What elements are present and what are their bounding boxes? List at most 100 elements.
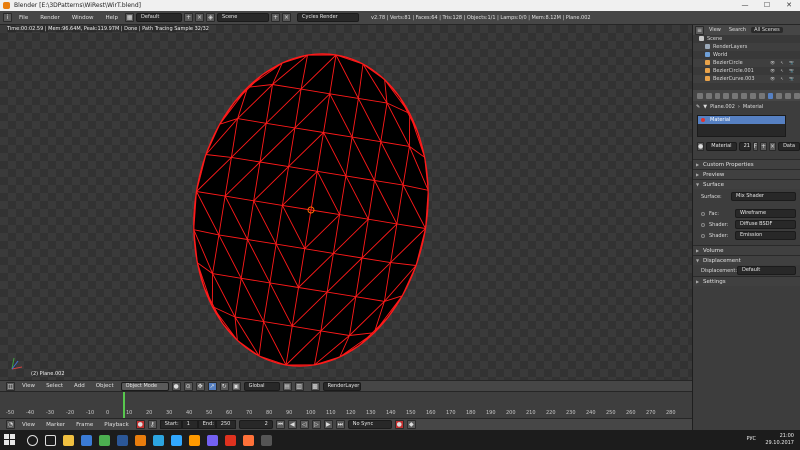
panel-settings[interactable]: Settings (693, 276, 800, 287)
scene-icon[interactable]: ◈ (206, 13, 216, 22)
displacement-input-select[interactable]: Default (737, 266, 796, 275)
texture-tab-icon[interactable] (776, 92, 783, 99)
add-material-button[interactable]: + (760, 141, 768, 151)
layers-icon[interactable]: ▤ (282, 381, 292, 391)
outliner-display-mode[interactable]: All Scenes (751, 27, 783, 33)
material-name-field[interactable]: Material (706, 141, 737, 151)
menu-file[interactable]: File (14, 15, 33, 21)
screen-layout-select[interactable]: Default (136, 13, 183, 22)
particles-tab-icon[interactable] (785, 92, 792, 99)
menu-select[interactable]: Select (42, 383, 67, 389)
fac-input-select[interactable]: Wireframe (735, 209, 796, 218)
telegram-icon[interactable] (153, 434, 164, 446)
menu-view[interactable]: View (18, 383, 39, 389)
store-icon[interactable] (81, 434, 92, 446)
word-icon[interactable] (117, 434, 128, 446)
fake-user-button[interactable]: F (752, 141, 759, 151)
input-language[interactable]: РУС (746, 436, 756, 442)
keyframe-type-icon[interactable]: ◆ (406, 420, 416, 429)
add-scene-button[interactable]: + (271, 13, 281, 22)
object-tab-icon[interactable] (732, 92, 739, 99)
interaction-mode-select[interactable]: Object Mode (120, 381, 169, 391)
transform-orientation-select[interactable]: Global (243, 381, 280, 391)
material-browse-icon[interactable]: ● (697, 141, 705, 151)
end-frame-field[interactable]: 250 (215, 420, 236, 429)
outliner-editor-icon[interactable]: ≡ (695, 25, 704, 35)
keying-set-icon[interactable]: ⚷ (147, 420, 157, 429)
system-clock[interactable]: 21:00 29.10.2017 (765, 433, 794, 447)
viber-icon[interactable] (207, 434, 218, 446)
play-reverse-icon[interactable]: ◁ (299, 420, 309, 429)
menu-marker[interactable]: Marker (42, 422, 69, 428)
shading-mode-icon[interactable]: ● (171, 381, 181, 391)
search-icon[interactable] (27, 434, 38, 446)
timeline-editor[interactable]: -50 -40 -30 -20 -10 0 10 20 30 40 50 60 70 80 90 100 110… (0, 391, 692, 418)
constraints-tab-icon[interactable] (741, 92, 747, 99)
visibility-toggles-icon[interactable]: 👁 ↖ 📷 (770, 59, 796, 67)
start-frame-field[interactable]: 1 (181, 420, 198, 429)
shader2-input-select[interactable]: Emission (735, 231, 796, 240)
pin-icon[interactable]: ✎ (696, 104, 700, 110)
photoshop-icon[interactable] (171, 434, 182, 446)
lock-camera-icon[interactable]: ▥ (294, 381, 304, 391)
panel-volume[interactable]: Volume (693, 245, 800, 256)
illustrator-icon[interactable] (189, 434, 200, 446)
sync-mode-select[interactable]: No Sync (347, 420, 392, 429)
close-button[interactable]: ✕ (778, 0, 800, 11)
translate-manipulator-icon[interactable]: ↗ (207, 381, 217, 391)
outliner-item[interactable]: World (693, 51, 800, 59)
maximize-button[interactable]: ☐ (756, 0, 778, 11)
minimize-button[interactable]: — (734, 0, 756, 11)
panel-preview[interactable]: Preview (693, 169, 800, 180)
visibility-toggles-icon[interactable]: 👁 ↖ 📷 (770, 75, 796, 83)
timeline-playhead[interactable] (123, 392, 125, 418)
task-view-icon[interactable] (45, 434, 56, 446)
jump-end-icon[interactable]: ⏭ (335, 420, 345, 429)
remove-layout-button[interactable]: × (195, 13, 205, 22)
material-users[interactable]: 21 (738, 141, 751, 151)
menu-playback[interactable]: Playback (100, 422, 133, 428)
unlink-material-button[interactable]: × (769, 141, 777, 151)
next-keyframe-icon[interactable]: ▶ (323, 420, 333, 429)
outliner-item[interactable]: BezierCurve.003 👁 ↖ 📷 (693, 75, 800, 83)
outliner-tab-view[interactable]: View (706, 27, 724, 33)
view3d-editor-icon[interactable]: ◫ (6, 381, 15, 391)
material-slot[interactable]: Material (698, 116, 785, 124)
pivot-point-icon[interactable]: ⊙ (183, 381, 193, 391)
acrobat-icon[interactable] (225, 434, 236, 446)
auto-keying-icon[interactable]: ● (394, 420, 404, 429)
visibility-toggles-icon[interactable]: 👁 ↖ 📷 (770, 67, 796, 75)
physics-tab-icon[interactable] (794, 92, 800, 99)
record-icon[interactable]: ● (135, 420, 145, 429)
screen-layout-icon[interactable]: ▦ (125, 13, 135, 22)
render-engine-select[interactable]: Cycles Render (297, 13, 360, 22)
manipulator-icon[interactable]: ✥ (195, 381, 205, 391)
prev-keyframe-icon[interactable]: ◀ (287, 420, 297, 429)
render-tab-icon[interactable] (697, 92, 703, 99)
scene-tab-icon[interactable] (714, 92, 721, 99)
menu-view-timeline[interactable]: View (18, 422, 39, 428)
remove-scene-button[interactable]: × (282, 13, 292, 22)
panel-custom-properties[interactable]: Custom Properties (693, 159, 800, 170)
chrome-icon[interactable] (99, 434, 110, 446)
outliner-item[interactable]: RenderLayers (693, 43, 800, 51)
firefox-icon[interactable] (243, 434, 254, 446)
render-layer-select[interactable]: RenderLayer (322, 381, 361, 391)
blender-icon[interactable] (135, 434, 146, 446)
calculator-icon[interactable] (261, 434, 272, 446)
current-frame-field[interactable]: 2 (238, 420, 273, 429)
timeline-editor-icon[interactable]: ◔ (6, 420, 15, 429)
render-layers-tab-icon[interactable] (705, 92, 712, 99)
menu-frame[interactable]: Frame (72, 422, 97, 428)
jump-start-icon[interactable]: ⏮ (275, 420, 285, 429)
play-icon[interactable]: ▷ (311, 420, 321, 429)
panel-displacement[interactable]: Displacement (693, 255, 800, 266)
rotate-manipulator-icon[interactable]: ↻ (219, 381, 229, 391)
menu-help[interactable]: Help (101, 15, 124, 21)
data-tab-icon[interactable] (758, 92, 765, 99)
scene-select[interactable]: Scene (217, 13, 270, 22)
menu-add[interactable]: Add (70, 383, 89, 389)
outliner-item[interactable]: BezierCircle 👁 ↖ 📷 (693, 59, 800, 67)
material-slot-list[interactable]: Material (697, 115, 786, 137)
editor-type-icon[interactable]: i (3, 13, 12, 22)
